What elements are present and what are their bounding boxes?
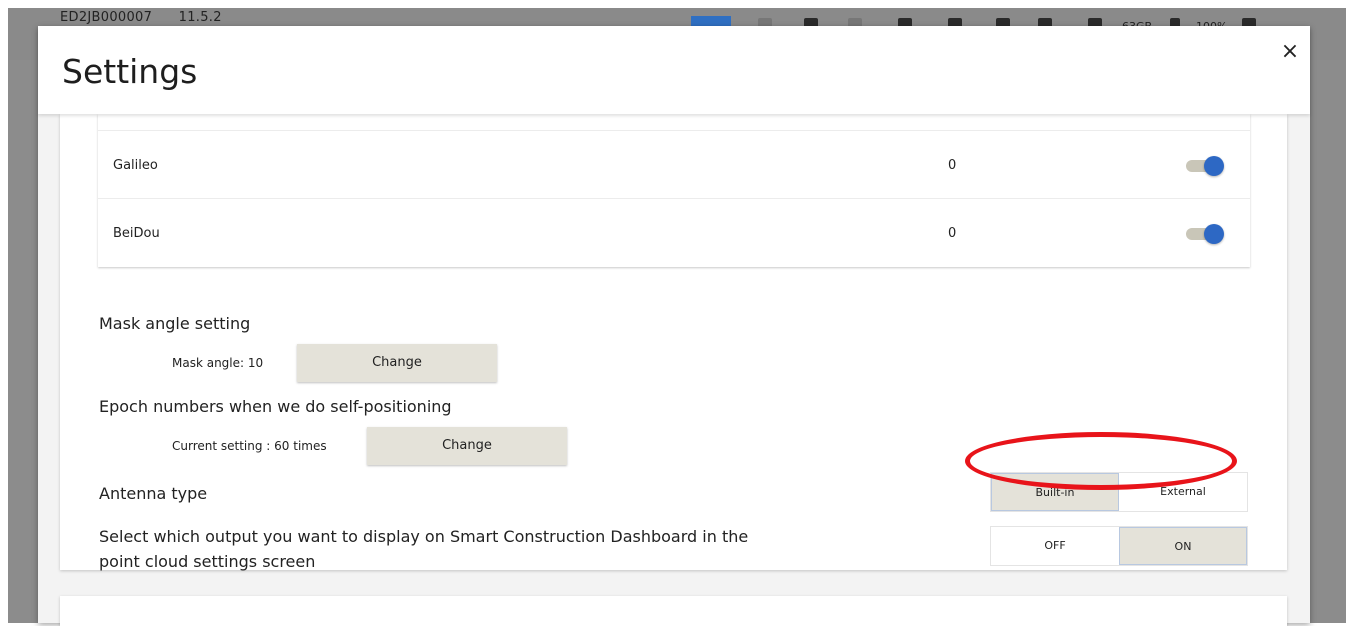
gnss-row-galileo: Galileo 0 xyxy=(98,130,1250,199)
gnss-name: Galileo xyxy=(113,158,158,173)
mask-angle-heading: Mask angle setting xyxy=(99,314,251,333)
dashboard-output-selector: OFF ON xyxy=(990,526,1248,566)
gnss-list: Galileo 0 BeiDou 0 xyxy=(98,114,1250,267)
gnss-row-beidou: BeiDou 0 xyxy=(98,198,1250,267)
antenna-external-option[interactable]: External xyxy=(1119,473,1247,511)
mask-angle-value: Mask angle: 10 xyxy=(172,356,264,370)
device-id: ED2JB000007 xyxy=(60,10,153,25)
output-heading-line2: point cloud settings screen xyxy=(99,552,316,571)
app-version: 11.5.2 xyxy=(178,10,222,25)
mask-angle-change-button[interactable]: Change xyxy=(297,344,497,382)
epoch-heading: Epoch numbers when we do self-positionin… xyxy=(99,397,452,416)
output-off-option[interactable]: OFF xyxy=(991,527,1119,565)
antenna-type-selector: Built-in External xyxy=(990,472,1248,512)
toggle-knob xyxy=(1204,224,1224,244)
gnss-count: 0 xyxy=(948,158,957,173)
epoch-change-button[interactable]: Change xyxy=(367,427,567,465)
output-heading-line1: Select which output you want to display … xyxy=(99,527,749,546)
close-icon[interactable]: × xyxy=(1278,40,1302,64)
toggle-knob xyxy=(1204,156,1224,176)
gnss-count: 0 xyxy=(948,226,957,241)
antenna-type-heading: Antenna type xyxy=(99,484,208,503)
overlay-left xyxy=(8,60,38,623)
settings-dialog: Settings × Galileo 0 BeiDou 0 Mask angle… xyxy=(38,26,1310,626)
output-on-option[interactable]: ON xyxy=(1119,527,1247,565)
overlay-right xyxy=(1310,60,1346,623)
galileo-toggle[interactable] xyxy=(1186,156,1224,176)
output-heading: Select which output you want to display … xyxy=(99,524,859,574)
dialog-title: Settings xyxy=(62,52,198,91)
gnss-name: BeiDou xyxy=(113,226,160,241)
device-info: ED2JB000007 11.5.2 xyxy=(60,10,244,25)
settings-panel: Galileo 0 BeiDou 0 Mask angle setting Ma… xyxy=(60,114,1287,571)
beidou-toggle[interactable] xyxy=(1186,224,1224,244)
settings-panel-next xyxy=(60,596,1287,626)
antenna-built-in-option[interactable]: Built-in xyxy=(991,473,1119,511)
epoch-value: Current setting : 60 times xyxy=(172,439,327,453)
dialog-header: Settings × xyxy=(38,26,1310,114)
